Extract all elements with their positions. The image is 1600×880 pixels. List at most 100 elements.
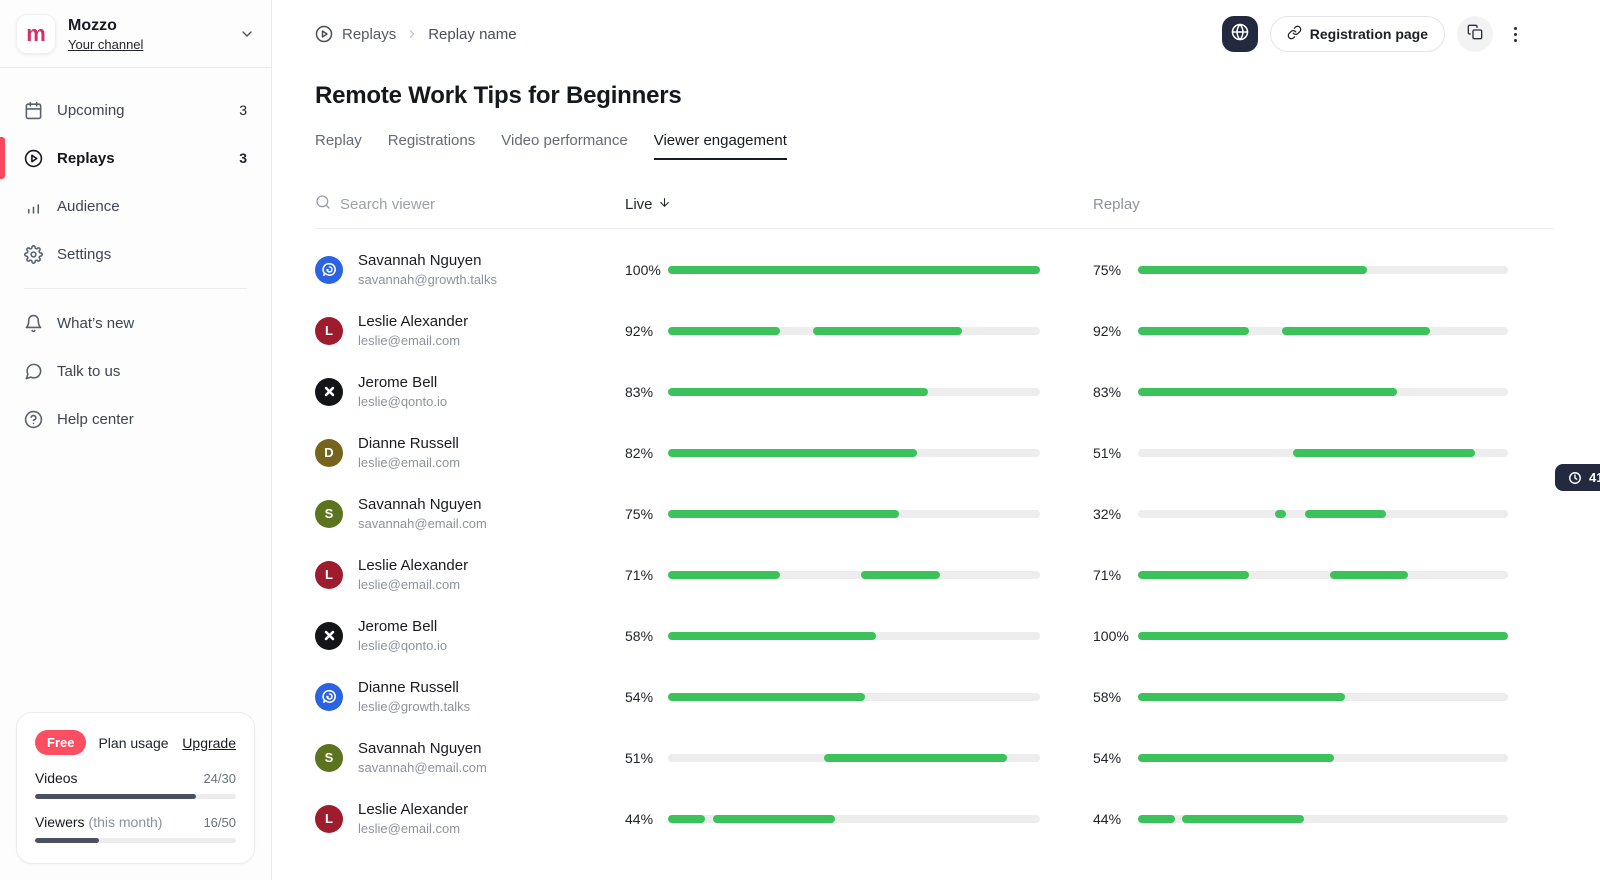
table-row[interactable]: L Leslie Alexander leslie@email.com 71% … xyxy=(315,544,1555,605)
plan-usage-card: Free Plan usage Upgrade Videos 24/30 Vie… xyxy=(16,712,255,864)
chevron-right-icon xyxy=(405,27,419,41)
live-engagement-bar[interactable] xyxy=(668,510,1040,518)
registration-page-button[interactable]: Registration page xyxy=(1270,16,1445,52)
replay-engagement-bar[interactable] xyxy=(1138,510,1508,518)
viewer-name: Savannah Nguyen xyxy=(358,496,487,513)
viewer-name: Leslie Alexander xyxy=(358,557,468,574)
breadcrumb-replays[interactable]: Replays xyxy=(342,26,396,43)
table-row[interactable]: Jerome Bell leslie@qonto.io 58% 100% xyxy=(315,605,1555,666)
growth-talks-logo-icon xyxy=(321,261,338,278)
table-row[interactable]: L Leslie Alexander leslie@email.com 44% … xyxy=(315,788,1555,849)
sidebar-item-whats-new[interactable]: What’s new xyxy=(0,299,271,347)
channel-logo: m xyxy=(16,14,56,54)
time-range-tooltip: 41:03 – 47:26 xyxy=(1555,464,1600,491)
sidebar-item-label: What’s new xyxy=(57,315,134,332)
viewer-email: leslie@growth.talks xyxy=(358,699,470,714)
live-engagement-bar[interactable] xyxy=(668,327,1040,335)
table-row[interactable]: S Savannah Nguyen savannah@email.com 75%… xyxy=(315,483,1555,544)
replay-engagement-bar[interactable] xyxy=(1138,388,1508,396)
viewer-email: savannah@email.com xyxy=(358,516,487,531)
viewer-name: Dianne Russell xyxy=(358,435,460,452)
sidebar-item-talk-to-us[interactable]: Talk to us xyxy=(0,347,271,395)
table-row[interactable]: Jerome Bell leslie@qonto.io 83% 83% xyxy=(315,361,1555,422)
table-row[interactable]: L Leslie Alexander leslie@email.com 92% … xyxy=(315,300,1555,361)
viewer-engagement-table: Live Replay xyxy=(315,192,1555,849)
sidebar-item-replays[interactable]: Replays 3 xyxy=(0,134,271,182)
divider xyxy=(24,288,247,289)
sidebar-item-label: Replays xyxy=(57,150,115,167)
live-percent: 71% xyxy=(625,567,668,583)
upgrade-link[interactable]: Upgrade xyxy=(182,735,236,751)
replay-engagement-bar[interactable] xyxy=(1138,815,1508,823)
replay-engagement-bar[interactable] xyxy=(1138,449,1508,457)
sidebar-item-upcoming[interactable]: Upcoming 3 xyxy=(0,86,271,134)
column-header-replay[interactable]: Replay xyxy=(1093,196,1508,213)
sidebar-item-settings[interactable]: Settings xyxy=(0,230,271,278)
sidebar-item-label: Help center xyxy=(57,411,134,428)
tab-bar: Replay Registrations Video performance V… xyxy=(315,132,1555,160)
live-engagement-bar[interactable] xyxy=(668,449,1040,457)
table-row[interactable]: D Dianne Russell leslie@email.com 82% 51… xyxy=(315,422,1555,483)
copy-link-button[interactable] xyxy=(1457,16,1493,52)
replay-engagement-bar[interactable] xyxy=(1138,571,1508,579)
live-percent: 44% xyxy=(625,811,668,827)
live-percent: 92% xyxy=(625,323,668,339)
tab-video-performance[interactable]: Video performance xyxy=(501,132,627,160)
more-options-button[interactable] xyxy=(1505,16,1525,52)
sidebar-item-count: 3 xyxy=(239,150,247,166)
sidebar-item-audience[interactable]: Audience xyxy=(0,182,271,230)
live-engagement-bar[interactable] xyxy=(668,754,1040,762)
avatar xyxy=(315,378,343,406)
search-viewer xyxy=(315,194,625,215)
play-circle-icon xyxy=(24,149,43,168)
live-engagement-bar[interactable] xyxy=(668,693,1040,701)
search-input[interactable] xyxy=(340,196,520,213)
live-engagement-bar[interactable] xyxy=(668,815,1040,823)
globe-icon xyxy=(1231,23,1249,46)
avatar: S xyxy=(315,500,343,528)
gear-icon xyxy=(24,245,43,264)
tab-replay[interactable]: Replay xyxy=(315,132,362,160)
play-circle-icon xyxy=(315,25,333,43)
sidebar-nav: Upcoming 3 Replays 3 Audience xyxy=(0,68,271,443)
live-engagement-bar[interactable] xyxy=(668,388,1040,396)
viewer-name: Leslie Alexander xyxy=(358,801,468,818)
table-row[interactable]: Dianne Russell leslie@growth.talks 54% 5… xyxy=(315,666,1555,727)
live-engagement-bar[interactable] xyxy=(668,571,1040,579)
replay-engagement-bar[interactable] xyxy=(1138,266,1508,274)
plan-title: Plan usage xyxy=(98,735,168,751)
replay-percent: 83% xyxy=(1093,384,1138,400)
live-engagement-bar[interactable] xyxy=(668,266,1040,274)
meter-label-suffix: (this month) xyxy=(89,814,163,830)
main-content: Replays Replay name Registration page xyxy=(272,0,1600,880)
tab-registrations[interactable]: Registrations xyxy=(388,132,476,160)
replay-engagement-bar[interactable] xyxy=(1138,632,1508,640)
avatar: L xyxy=(315,561,343,589)
column-header-live[interactable]: Live xyxy=(625,196,1040,213)
avatar: S xyxy=(315,744,343,772)
table-row[interactable]: Savannah Nguyen savannah@growth.talks 10… xyxy=(315,239,1555,300)
sidebar-item-label: Audience xyxy=(57,198,120,215)
cross-icon xyxy=(322,384,337,399)
viewer-name: Leslie Alexander xyxy=(358,313,468,330)
replay-percent: 75% xyxy=(1093,262,1138,278)
replay-engagement-bar[interactable] xyxy=(1138,693,1508,701)
avatar xyxy=(315,256,343,284)
live-engagement-bar[interactable] xyxy=(668,632,1040,640)
chevron-down-icon[interactable] xyxy=(239,26,255,42)
table-row[interactable]: S Savannah Nguyen savannah@email.com 51%… xyxy=(315,727,1555,788)
channel-link[interactable]: Your channel xyxy=(68,37,227,52)
clock-icon xyxy=(1568,471,1582,485)
replay-engagement-bar[interactable] xyxy=(1138,327,1508,335)
channel-switcher[interactable]: m Mozzo Your channel xyxy=(0,0,271,67)
viewer-name: Savannah Nguyen xyxy=(358,252,497,269)
avatar xyxy=(315,683,343,711)
replay-percent: 44% xyxy=(1093,811,1138,827)
viewer-email: leslie@email.com xyxy=(358,821,468,836)
cross-icon xyxy=(322,628,337,643)
tab-viewer-engagement[interactable]: Viewer engagement xyxy=(654,132,787,160)
replay-engagement-bar[interactable] xyxy=(1138,754,1508,762)
live-percent: 58% xyxy=(625,628,668,644)
publish-page-button[interactable] xyxy=(1222,16,1258,52)
sidebar-item-help-center[interactable]: Help center xyxy=(0,395,271,443)
